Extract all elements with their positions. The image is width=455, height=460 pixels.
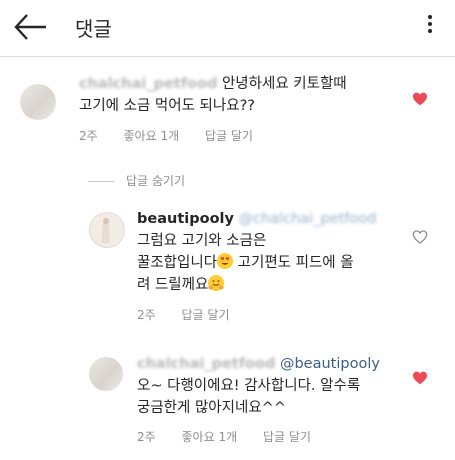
- comment-time: 2주: [79, 129, 98, 143]
- reply-text: 오~ 다행이에요! 감사합니다. 알수록: [137, 378, 361, 394]
- more-options-icon[interactable]: [425, 12, 435, 46]
- reply-meta: 2주 답글 달기: [137, 306, 252, 323]
- reply: chalchai_petfood @beautipooly 오~ 다행이에요! …: [0, 350, 455, 450]
- reply-time: 2주: [137, 430, 156, 444]
- avatar[interactable]: [20, 84, 56, 120]
- reply-body: chalchai_petfood @beautipooly 오~ 다행이에요! …: [137, 353, 407, 419]
- divider: [88, 181, 114, 182]
- back-arrow-icon[interactable]: [12, 10, 50, 44]
- mention-link[interactable]: @beautipooly: [280, 356, 380, 372]
- reply-text: 그럼요 고기와 소금은: [137, 233, 267, 249]
- reply-button[interactable]: 답글 달기: [263, 430, 311, 444]
- comment-text: 고기에 소금 먹어도 되나요??: [79, 98, 255, 114]
- reply-button[interactable]: 답글 달기: [182, 308, 230, 322]
- mention-link[interactable]: @chalchai_petfood: [239, 211, 377, 227]
- reply-text: 려 드릴께요: [137, 277, 209, 293]
- comment: chalchai_petfood 안녕하세요 키토할때 고기에 소금 먹어도 되…: [0, 70, 455, 150]
- heart-outline-icon[interactable]: [412, 229, 428, 245]
- page-title: 댓글: [75, 17, 112, 41]
- heart-eyes-emoji-icon: [217, 253, 234, 269]
- avatar[interactable]: [89, 212, 125, 248]
- heart-icon[interactable]: [412, 91, 428, 107]
- avatar[interactable]: [89, 357, 123, 391]
- comment-text: 안녕하세요 키토할때: [221, 76, 347, 92]
- heart-icon[interactable]: [412, 370, 428, 386]
- likes-count[interactable]: 좋아요 1개: [124, 129, 180, 143]
- reply-username[interactable]: chalchai_petfood: [137, 356, 275, 372]
- reply-username[interactable]: beautipooly: [137, 211, 234, 227]
- reply-text: 고기편도 피드에 올: [233, 255, 354, 271]
- comment-meta: 2주 좋아요 1개 답글 달기: [79, 127, 275, 144]
- reply-body: beautipooly @chalchai_petfood 그럼요 고기와 소금…: [137, 208, 402, 296]
- top-bar: 댓글: [0, 0, 455, 57]
- hide-replies-label: 답글 숨기기: [126, 174, 186, 188]
- reply-button[interactable]: 답글 달기: [205, 129, 253, 143]
- reply-text: 꿀조합입니다: [137, 255, 218, 271]
- comment-username[interactable]: chalchai_petfood: [79, 76, 217, 92]
- comment-body: chalchai_petfood 안녕하세요 키토할때 고기에 소금 먹어도 되…: [79, 73, 399, 117]
- hide-replies-button[interactable]: 답글 숨기기: [88, 172, 185, 189]
- reply-time: 2주: [137, 308, 156, 322]
- reply-meta: 2주 좋아요 1개 답글 달기: [137, 428, 333, 445]
- likes-count[interactable]: 좋아요 1개: [182, 430, 238, 444]
- reply-text: 궁금한게 많아지네요^^: [137, 400, 286, 416]
- reply: beautipooly @chalchai_petfood 그럼요 고기와 소금…: [0, 205, 455, 325]
- hugging-emoji-icon: [208, 275, 225, 291]
